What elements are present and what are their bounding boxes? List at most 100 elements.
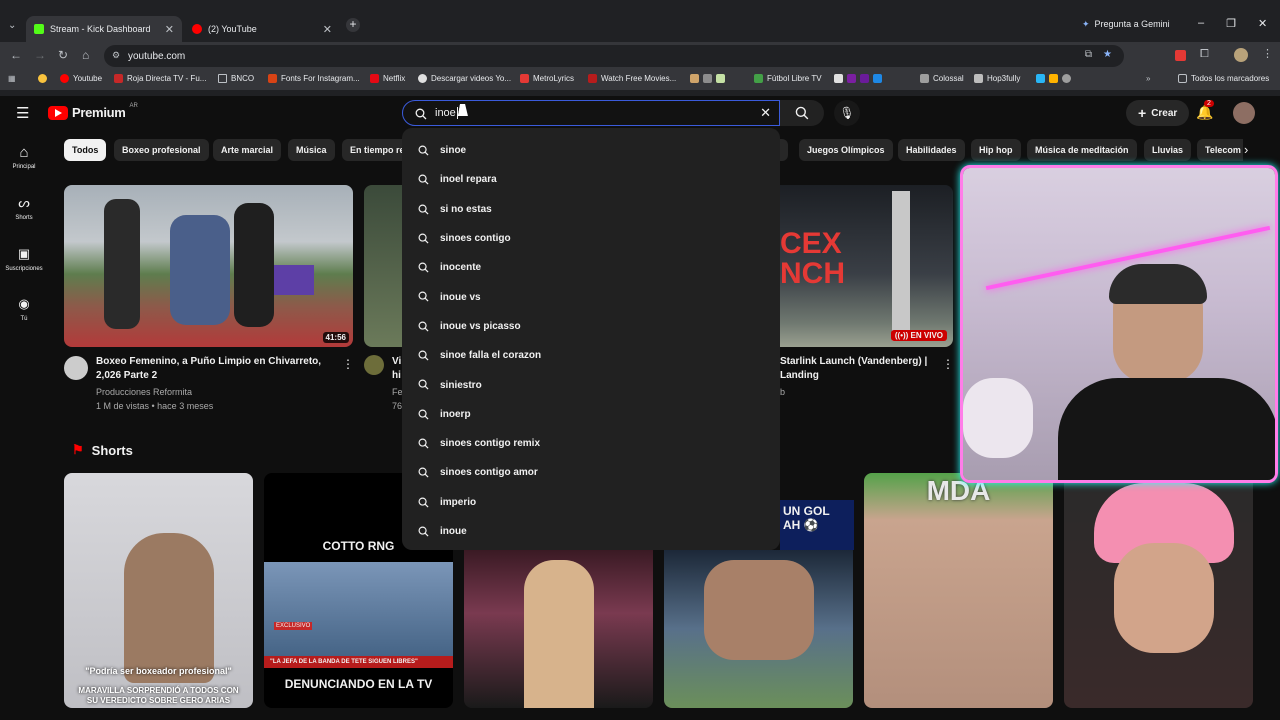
short-card[interactable] xyxy=(1064,473,1253,708)
plus-icon: + xyxy=(1138,105,1147,121)
bookmark-roja-directa[interactable]: Roja Directa TV - Fu... xyxy=(114,74,206,83)
bookmark-bnco[interactable]: BNCO xyxy=(218,74,254,83)
account-avatar[interactable] xyxy=(1233,102,1255,124)
minimize-icon[interactable]: – xyxy=(1198,17,1204,30)
suggestion-item[interactable]: sinoes contigo xyxy=(402,224,780,253)
clear-search-icon[interactable]: ✕ xyxy=(760,105,771,121)
bookmark-metrolyrics[interactable]: MetroLyrics xyxy=(520,74,574,83)
bookmark-hop3fully[interactable]: Hop3fully xyxy=(974,74,1020,83)
extension-icon[interactable] xyxy=(1175,50,1186,61)
suggestion-item[interactable]: siniestro xyxy=(402,370,780,399)
bookmark-futbol-libre[interactable]: Fútbol Libre TV xyxy=(754,74,822,83)
home-icon[interactable]: ⌂ xyxy=(82,48,89,62)
tab-kick[interactable]: Stream - Kick Dashboard ✕ xyxy=(26,16,182,42)
chip-lluvias[interactable]: Lluvias xyxy=(1144,139,1192,161)
suggestion-item[interactable]: si no estas xyxy=(402,195,780,224)
gemini-button[interactable]: ✦ Pregunta a Gemini xyxy=(1082,19,1170,30)
suggestion-item[interactable]: sinoe falla el corazon xyxy=(402,341,780,370)
video-title[interactable]: Vi hi xyxy=(392,355,402,383)
channel-name[interactable]: Fe xyxy=(392,385,402,399)
bookmark-youtube[interactable]: Youtube xyxy=(60,74,102,83)
channel-name[interactable]: b xyxy=(780,385,785,399)
suggestion-item[interactable]: inoerp xyxy=(402,400,780,429)
emoji-bookmark[interactable] xyxy=(38,74,47,83)
window-close-icon[interactable]: ✕ xyxy=(1258,17,1267,30)
forward-icon[interactable]: → xyxy=(34,48,46,62)
suggestion-item[interactable]: sinoes contigo amor xyxy=(402,458,780,487)
channel-avatar[interactable] xyxy=(364,355,384,375)
chevron-right-icon[interactable]: › xyxy=(1244,142,1248,157)
profile-avatar[interactable] xyxy=(1234,48,1248,62)
more-bookmarks-icon[interactable]: » xyxy=(1146,74,1150,83)
all-bookmarks-folder[interactable]: Todos los marcadores xyxy=(1178,74,1269,83)
voice-search-button[interactable]: 🎙 xyxy=(834,100,860,126)
bookmark-star-icon[interactable]: ★ xyxy=(1103,49,1112,60)
suggestion-item[interactable]: inoue xyxy=(402,517,780,546)
video-thumbnail[interactable] xyxy=(364,185,404,347)
site-info-icon[interactable]: ⚙ xyxy=(112,50,120,61)
bookmark-colossal[interactable]: Colossal xyxy=(920,74,964,83)
suggestion-text: sinoes contigo xyxy=(440,233,511,245)
suggestion-item[interactable]: inoel repara xyxy=(402,165,780,194)
suggestion-item[interactable]: sinoe xyxy=(402,136,780,165)
new-tab-button[interactable]: + xyxy=(346,18,360,32)
close-icon[interactable]: ✕ xyxy=(323,23,332,36)
more-options-icon[interactable]: ⋮ xyxy=(942,357,954,371)
hamburger-menu-icon[interactable]: ☰ xyxy=(16,104,29,122)
bookmark-fonts[interactable]: Fonts For Instagram... xyxy=(268,74,360,83)
bookmark-label: Todos los marcadores xyxy=(1191,74,1270,83)
restore-icon[interactable]: ❐ xyxy=(1226,17,1236,30)
video-thumbnail[interactable]: 41:56 xyxy=(64,185,353,347)
chip-arte-marcial[interactable]: Arte marcial xyxy=(213,139,282,161)
short-card[interactable]: MDA xyxy=(864,473,1053,708)
chip-telecom[interactable]: Telecom xyxy=(1197,139,1243,161)
sidebar-item-shorts[interactable]: ᔕ Shorts xyxy=(0,195,48,221)
back-icon[interactable]: ← xyxy=(10,48,22,62)
chip-hip-hop[interactable]: Hip hop xyxy=(971,139,1021,161)
extensions-puzzle-icon[interactable]: ⧠ xyxy=(1200,48,1209,61)
home-icon: ⌂ xyxy=(19,144,29,161)
suggestion-item[interactable]: inoue vs xyxy=(402,282,780,311)
chip-musica-meditacion[interactable]: Música de meditación xyxy=(1027,139,1137,161)
microphone-icon: 🎙 xyxy=(839,106,855,120)
suggestion-item[interactable]: sinoes contigo remix xyxy=(402,429,780,458)
search-button[interactable] xyxy=(780,100,824,126)
youtube-logo[interactable]: Premium AR xyxy=(48,103,138,120)
chip-boxeo-profesional[interactable]: Boxeo profesional xyxy=(114,139,209,161)
channel-name[interactable]: Producciones Reformita xyxy=(96,385,192,399)
bookmark-descargar[interactable]: Descargar videos Yo... xyxy=(418,74,511,83)
sidebar-item-subscriptions[interactable]: ▣ Suscripciones xyxy=(0,246,48,272)
address-bar[interactable]: ⚙ youtube.com ⧉ ★ xyxy=(104,45,1124,67)
chip-musica[interactable]: Música xyxy=(288,139,335,161)
short-card[interactable] xyxy=(664,550,853,708)
notifications-bell-icon[interactable]: 🔔 2 xyxy=(1196,100,1214,121)
video-title[interactable]: Boxeo Femenino, a Puño Limpio en Chivarr… xyxy=(96,355,326,383)
video-title[interactable]: Starlink Launch (Vandenberg) | Landing xyxy=(780,355,930,383)
sidebar-item-you[interactable]: ◉ Tú xyxy=(0,296,48,322)
suggestion-item[interactable]: inoue vs picasso xyxy=(402,312,780,341)
video-thumbnail[interactable]: CEX NCH ((•)) EN VIVO xyxy=(780,185,953,347)
tab-youtube[interactable]: (2) YouTube ✕ xyxy=(184,16,340,42)
suggestion-item[interactable]: imperio xyxy=(402,488,780,517)
apps-grid-icon[interactable]: ▦ xyxy=(8,74,16,83)
tab-search-icon[interactable]: ⌄ xyxy=(8,20,16,31)
sidebar-item-home[interactable]: ⌂ Principal xyxy=(0,144,48,170)
short-card[interactable] xyxy=(464,550,653,708)
chip-habilidades[interactable]: Habilidades xyxy=(898,139,965,161)
bookmark-watch-movies[interactable]: Watch Free Movies... xyxy=(588,74,676,83)
suggestion-item[interactable]: inocente xyxy=(402,253,780,282)
thumbnail-figure xyxy=(170,215,230,325)
webcam-person-hair xyxy=(1109,264,1207,304)
bookmark-netflix[interactable]: Netflix xyxy=(370,74,405,83)
create-button[interactable]: + Crear xyxy=(1126,100,1190,126)
channel-avatar[interactable] xyxy=(64,356,88,380)
chip-en-tiempo-real[interactable]: En tiempo re xyxy=(342,139,402,161)
menu-kebab-icon[interactable]: ⋮ xyxy=(1262,47,1273,60)
close-icon[interactable]: ✕ xyxy=(165,23,174,36)
chip-juegos-olimpicos[interactable]: Juegos Olímpicos xyxy=(799,139,893,161)
install-icon[interactable]: ⧉ xyxy=(1085,49,1092,60)
more-options-icon[interactable]: ⋮ xyxy=(342,357,354,371)
reload-icon[interactable]: ↻ xyxy=(58,48,68,62)
short-card[interactable]: "Podría ser boxeador profesional" MARAVI… xyxy=(64,473,253,708)
chip-todos[interactable]: Todos xyxy=(64,139,107,161)
